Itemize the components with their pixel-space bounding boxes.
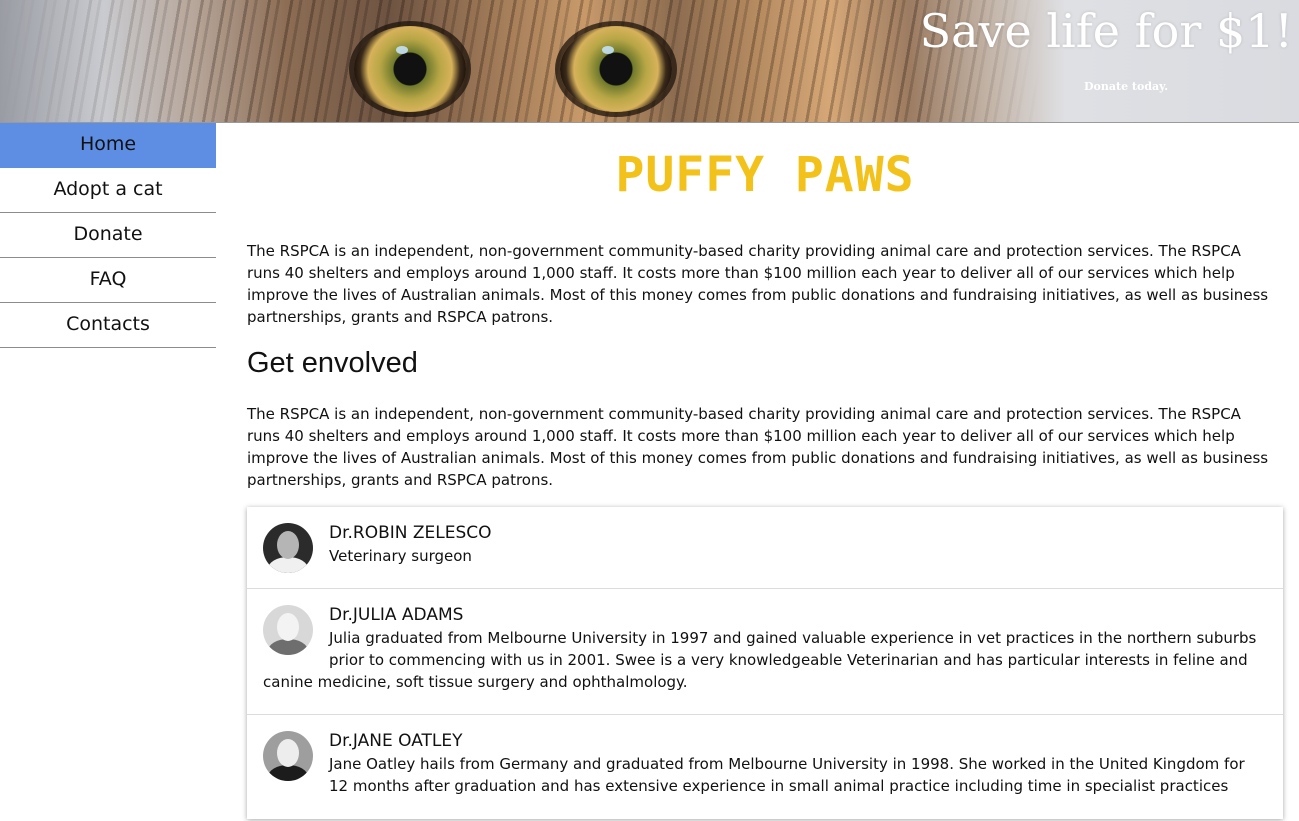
staff-item: Dr.ROBIN ZELESCO Veterinary surgeon: [247, 507, 1283, 589]
staff-name: Dr.JULIA ADAMS: [329, 605, 464, 625]
cat-eye-left: [354, 26, 466, 112]
section-paragraph: The RSPCA is an independent, non-governm…: [247, 405, 1269, 489]
header-banner: Save life for $1! Donate today.: [0, 0, 1299, 123]
avatar: [263, 523, 313, 573]
staff-description: Julia graduated from Melbourne Universit…: [263, 629, 1257, 691]
staff-item: Dr.JULIA ADAMS Julia graduated from Melb…: [247, 589, 1283, 715]
staff-list: Dr.ROBIN ZELESCO Veterinary surgeon Dr.J…: [247, 507, 1283, 819]
nav-item-adopt-a-cat[interactable]: Adopt a cat: [0, 168, 216, 213]
banner-title: Save life for $1!: [919, 4, 1293, 58]
cat-eye-right: [560, 26, 672, 112]
staff-item: Dr.JANE OATLEY Jane Oatley hails from Ge…: [247, 715, 1283, 819]
avatar: [263, 731, 313, 781]
banner-subtitle: Donate today.: [1084, 80, 1169, 93]
staff-description: Veterinary surgeon: [329, 547, 472, 565]
nav-item-donate[interactable]: Donate: [0, 213, 216, 258]
nav-item-faq[interactable]: FAQ: [0, 258, 216, 303]
intro-paragraph: The RSPCA is an independent, non-governm…: [247, 242, 1269, 326]
sidebar-nav: Home Adopt a cat Donate FAQ Contacts: [0, 123, 216, 348]
site-title: PUFFY PAWS: [615, 147, 915, 203]
section-title: Get envolved: [247, 347, 418, 379]
avatar: [263, 605, 313, 655]
nav-item-home[interactable]: Home: [0, 123, 216, 168]
staff-name: Dr.JANE OATLEY: [329, 731, 463, 751]
staff-name: Dr.ROBIN ZELESCO: [329, 523, 492, 543]
staff-description: Jane Oatley hails from Germany and gradu…: [329, 755, 1245, 795]
nav-item-contacts[interactable]: Contacts: [0, 303, 216, 348]
